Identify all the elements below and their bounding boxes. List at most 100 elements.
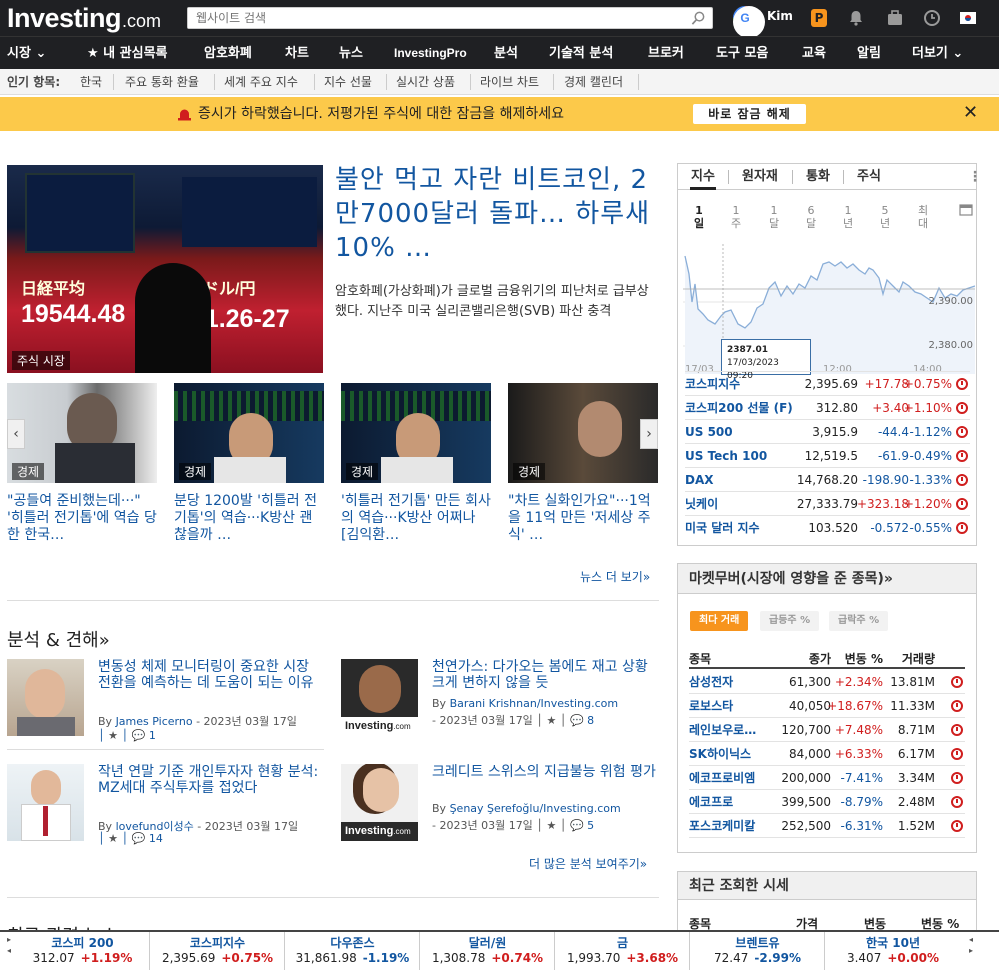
mover-row[interactable]: 레인보우로… 120,700 +7.48% 8.71M	[689, 718, 965, 742]
popular-item[interactable]: 라이브 차트	[480, 69, 539, 95]
hero-title[interactable]: 불안 먹고 자란 비트코인, 2만7000달러 돌파… 하루새 10% …	[335, 163, 665, 265]
star-icon[interactable]: ★	[108, 729, 118, 742]
ticker-name[interactable]: 코스피지수	[151, 934, 284, 951]
carousel-title[interactable]: "차트 실화인가요"···1억을 11억 만든 '저세상 주식' …	[508, 493, 658, 563]
nav-markets[interactable]: 시장 ⌄	[7, 37, 46, 70]
comment-icon[interactable]: 💬	[570, 819, 584, 832]
author-link[interactable]: Barani Krishnan/Investing.com	[450, 697, 619, 710]
carousel-title[interactable]: 분당 1200발 '히틀러 전기톱'의 역습···K방산 괜찮을까 …	[174, 493, 324, 563]
index-row[interactable]: 닛케이 27,333.79 +323.18 +1.20%	[685, 491, 970, 515]
ticker-name[interactable]: 한국 10년	[826, 934, 960, 951]
index-name[interactable]: DAX	[685, 468, 714, 492]
more-dots-icon[interactable]: ⋮	[968, 164, 982, 190]
analysis-title[interactable]: 크레디트 스위스의 지급불능 위험 평가	[432, 764, 660, 780]
star-icon[interactable]: ★	[546, 819, 556, 832]
ticker-name[interactable]: 금	[556, 934, 689, 951]
tab-commodities[interactable]: 원자재	[742, 164, 778, 190]
analysis-item[interactable]: 작년 연말 기준 개인투자자 현황 분석: MZ세대 주식투자를 접었다 By …	[7, 764, 327, 854]
market-movers-title[interactable]: 마켓무버(시장에 영향을 준 종목)»	[678, 564, 976, 594]
popular-item[interactable]: 지수 선물	[324, 69, 372, 95]
more-analysis-link[interactable]: 더 많은 분석 보여주기»	[529, 855, 647, 872]
carousel-item[interactable]: 경제 '히틀러 전기톱' 만든 회사의 역습···K방산 어쩌나 [김익환…	[341, 383, 491, 563]
ticker-name[interactable]: 다우존스	[286, 934, 419, 951]
analysis-title[interactable]: 작년 연말 기준 개인투자자 현황 분석: MZ세대 주식투자를 접었다	[98, 764, 326, 796]
index-row[interactable]: 미국 달러 지수 103.520 -0.572 -0.55%	[685, 515, 970, 539]
analysis-section-title[interactable]: 분석 & 견해»	[7, 626, 110, 652]
ticker-item[interactable]: 코스피 200 312.07 +1.19%	[16, 932, 150, 970]
popular-item[interactable]: 경제 캘린더	[564, 69, 623, 95]
chevron-left-icon[interactable]: ‹	[7, 419, 25, 449]
pill-most-active[interactable]: 최다 거래	[690, 611, 749, 631]
nav-alerts[interactable]: 알림	[857, 37, 881, 70]
nav-charts[interactable]: 차트	[285, 37, 309, 70]
index-name[interactable]: 코스피지수	[685, 372, 740, 396]
index-row[interactable]: 코스피지수 2,395.69 +17.78 +0.75%	[685, 371, 970, 395]
author-link[interactable]: James Picerno	[116, 715, 193, 728]
tab-stocks[interactable]: 주식	[857, 164, 881, 190]
stock-name[interactable]: 에코프로비엠	[689, 766, 755, 790]
period-1y[interactable]: 1년	[841, 204, 855, 230]
period-6m[interactable]: 6달	[804, 204, 818, 230]
tab-indices[interactable]: 지수	[690, 164, 716, 190]
pro-icon[interactable]: P	[811, 9, 827, 27]
author-link[interactable]: Şenay Şerefoğlu/Investing.com	[450, 802, 621, 815]
ticker-item[interactable]: 한국 10년 3.407 +0.00%	[826, 932, 960, 970]
more-news-link[interactable]: 뉴스 더 보기»	[580, 568, 650, 585]
ticker-item[interactable]: 브렌트유 72.47 -2.99%	[691, 932, 825, 970]
user-name[interactable]: Kim	[767, 9, 793, 23]
ticker-item[interactable]: 금 1,993.70 +3.68%	[556, 932, 690, 970]
unlock-button[interactable]: 바로 잠금 해제	[693, 104, 806, 124]
popular-item[interactable]: 한국	[80, 69, 102, 95]
carousel-item[interactable]: 경제 분당 1200발 '히틀러 전기톱'의 역습···K방산 괜찮을까 …	[174, 383, 324, 563]
period-1d[interactable]: 1일	[692, 204, 706, 230]
index-row[interactable]: DAX 14,768.20 -198.90 -1.33%	[685, 467, 970, 491]
popular-item[interactable]: 세계 주요 지수	[224, 69, 298, 95]
nav-tools[interactable]: 도구 모음	[716, 37, 768, 70]
mover-row[interactable]: 에코프로비엠 200,000 -7.41% 3.34M	[689, 766, 965, 790]
mover-row[interactable]: 에코프로 399,500 -8.79% 2.48M	[689, 790, 965, 814]
bell-icon[interactable]	[847, 9, 865, 27]
period-1m[interactable]: 1달	[767, 204, 781, 230]
mover-row[interactable]: 로보스타 40,050 +18.67% 11.33M	[689, 694, 965, 718]
nav-news[interactable]: 뉴스	[339, 37, 363, 70]
search-input[interactable]	[188, 8, 678, 28]
period-max[interactable]: 최대	[916, 204, 930, 230]
stock-name[interactable]: SK하이닉스	[689, 742, 751, 766]
nav-crypto[interactable]: 암호화폐	[204, 37, 252, 70]
nav-investingpro[interactable]: InvestingPro	[394, 37, 467, 70]
star-icon[interactable]: ★	[108, 832, 118, 845]
pill-top-losers[interactable]: 급락주 %	[829, 611, 889, 631]
ticker-name[interactable]: 브렌트유	[691, 934, 824, 951]
ticker-item[interactable]: 다우존스 31,861.98 -1.19%	[286, 932, 420, 970]
nav-brokers[interactable]: 브로커	[648, 37, 684, 70]
index-row[interactable]: US Tech 100 12,519.5 -61.9 -0.49%	[685, 443, 970, 467]
index-name[interactable]: 미국 달러 지수	[685, 516, 760, 540]
mover-row[interactable]: SK하이닉스 84,000 +6.33% 6.17M	[689, 742, 965, 766]
hero-image[interactable]: 日経平均 ドル/円 19544.48 121.26-27 주식 시장	[7, 165, 323, 373]
nav-more[interactable]: 더보기 ⌄	[912, 37, 963, 70]
popular-item[interactable]: 실시간 상품	[396, 69, 455, 95]
period-1w[interactable]: 1주	[729, 204, 743, 230]
analysis-item[interactable]: 변동성 체제 모니터링이 중요한 시장 전환을 예측하는 데 도움이 되는 이유…	[7, 659, 327, 749]
stock-name[interactable]: 삼성전자	[689, 670, 733, 694]
period-5y[interactable]: 5년	[878, 204, 892, 230]
index-row[interactable]: US 500 3,915.9 -44.4 -1.12%	[685, 419, 970, 443]
stock-name[interactable]: 로보스타	[689, 694, 733, 718]
mover-row[interactable]: 삼성전자 61,300 +2.34% 13.81M	[689, 670, 965, 694]
stock-name[interactable]: 레인보우로…	[689, 718, 756, 742]
pill-top-gainers[interactable]: 급등주 %	[760, 611, 820, 631]
nav-education[interactable]: 교육	[802, 37, 826, 70]
index-name[interactable]: US 500	[685, 420, 733, 444]
stock-name[interactable]: 에코프로	[689, 790, 733, 814]
mover-row[interactable]: 포스코케미칼 252,500 -6.31% 1.52M	[689, 814, 965, 838]
carousel-item[interactable]: 경제 "공들여 준비했는데···" '히틀러 전기톱'에 역습 당한 한국…	[7, 383, 157, 563]
ticker-next-icon[interactable]: ◂ ▸	[966, 934, 976, 968]
nav-watchlist[interactable]: ★ 내 관심목록	[87, 37, 168, 70]
site-logo[interactable]: Investing .com	[7, 3, 161, 33]
popular-item[interactable]: 주요 통화 환율	[125, 69, 199, 95]
briefcase-icon[interactable]	[886, 9, 904, 27]
ticker-name[interactable]: 코스피 200	[16, 934, 149, 951]
carousel-item[interactable]: 경제 "차트 실화인가요"···1억을 11억 만든 '저세상 주식' …	[508, 383, 658, 563]
index-name[interactable]: 코스피200 선물 (F)	[685, 396, 793, 420]
ticker-item[interactable]: 달러/원 1,308.78 +0.74%	[421, 932, 555, 970]
